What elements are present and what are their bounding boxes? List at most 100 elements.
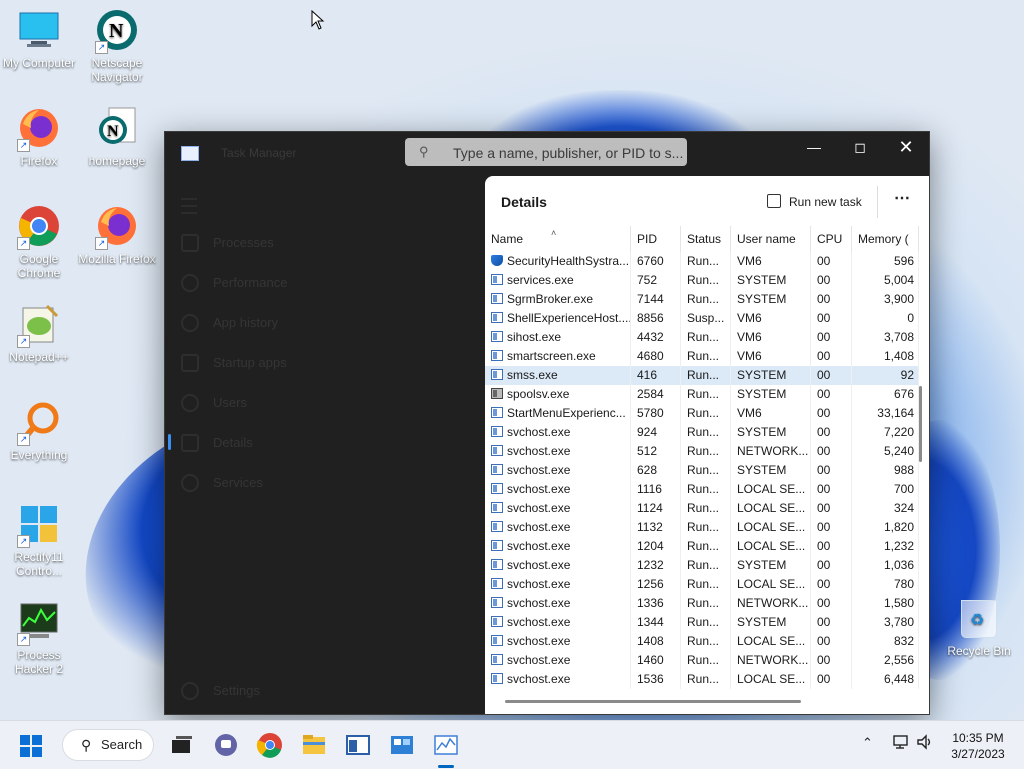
details-list-icon (181, 434, 199, 452)
table-row[interactable]: SecurityHealthSystra... 6760 Run... VM6 00 59… (485, 252, 919, 271)
desktop-icon-my-computer[interactable]: My Computer (0, 8, 78, 70)
nav-item-processes[interactable]: Processes (165, 224, 485, 260)
more-options-button[interactable]: ⋯ (889, 190, 915, 214)
column-header-status[interactable]: Status (681, 226, 731, 252)
cell-status: Run... (681, 518, 731, 537)
desktop-icon-recycle-bin[interactable]: ♻ Recycle Bin (940, 600, 1018, 658)
process-icon (491, 502, 503, 513)
nav-item-details[interactable]: Details (165, 424, 485, 460)
table-row[interactable]: svchost.exe 924 Run... SYSTEM 00 7,220 (485, 423, 919, 442)
title-bar[interactable]: Task Manager ⚲ — ◻ ✕ (165, 132, 929, 176)
network-icon[interactable] (892, 733, 910, 754)
cell-status: Run... (681, 252, 731, 271)
table-row[interactable]: smss.exe 416 Run... SYSTEM 00 92 (485, 366, 919, 385)
cell-status: Run... (681, 480, 731, 499)
desktop-icon-netscape-navigator[interactable]: N ↗ Netscape Navigator (78, 8, 156, 84)
nav-item-users[interactable]: Users (165, 384, 485, 420)
table-row[interactable]: svchost.exe 1232 Run... SYSTEM 00 1,036 (485, 556, 919, 575)
table-row[interactable]: services.exe 752 Run... SYSTEM 00 5,004 (485, 271, 919, 290)
process-icon (491, 597, 503, 608)
column-header-name[interactable]: Name ˄ (485, 226, 631, 252)
teams-chat-icon[interactable] (212, 731, 240, 759)
chrome-taskbar-icon[interactable] (256, 731, 284, 759)
shortcut-arrow-icon: ↗ (17, 237, 30, 250)
horizontal-scrollbar[interactable] (505, 700, 801, 703)
taskbar-search-button[interactable]: ⚲ Search (62, 729, 154, 761)
cell-pid: 4432 (631, 328, 681, 347)
column-header-memory[interactable]: Memory ( (852, 226, 919, 252)
table-row[interactable]: svchost.exe 1124 Run... LOCAL SE... 00 324 (485, 499, 919, 518)
cell-user: SYSTEM (731, 271, 811, 290)
nav-item-startup-apps[interactable]: Startup apps (165, 344, 485, 380)
cell-name: svchost.exe (485, 575, 631, 594)
details-panel: Details Run new task ⋯ Name ˄ PID Status … (485, 176, 929, 714)
hamburger-menu-icon[interactable] (181, 198, 197, 214)
table-row[interactable]: ShellExperienceHost.... 8856 Susp... VM6 00 0 (485, 309, 919, 328)
cell-pid: 1132 (631, 518, 681, 537)
column-header-pid[interactable]: PID (631, 226, 681, 252)
nav-item-services[interactable]: Services (165, 464, 485, 500)
table-row[interactable]: svchost.exe 1116 Run... LOCAL SE... 00 700 (485, 480, 919, 499)
table-row[interactable]: spoolsv.exe 2584 Run... SYSTEM 00 676 (485, 385, 919, 404)
start-button[interactable] (20, 735, 44, 757)
close-button[interactable]: ✕ (883, 132, 929, 162)
desktop-icon-firefox[interactable]: ↗ Firefox (0, 106, 78, 168)
process-icon (491, 350, 503, 361)
table-row[interactable]: smartscreen.exe 4680 Run... VM6 00 1,408 (485, 347, 919, 366)
cell-cpu: 00 (811, 271, 852, 290)
minimize-button[interactable]: — (791, 132, 837, 162)
cell-mem: 1,036 (852, 556, 919, 575)
cell-user: LOCAL SE... (731, 499, 811, 518)
file-explorer-icon[interactable] (300, 731, 328, 759)
table-row[interactable]: svchost.exe 1132 Run... LOCAL SE... 00 1,820 (485, 518, 919, 537)
table-row[interactable]: svchost.exe 1536 Run... LOCAL SE... 00 6,448 (485, 670, 919, 689)
desktop-icon-notepad-plus-plus[interactable]: ↗ Notepad++ (0, 302, 78, 364)
nav-item-app-history[interactable]: App history (165, 304, 485, 340)
clock-date: 3/27/2023 (951, 747, 1005, 761)
vertical-scrollbar[interactable] (919, 386, 922, 462)
desktop-icon-google-chrome[interactable]: ↗ Google Chrome (0, 204, 78, 280)
volume-icon[interactable] (916, 733, 934, 754)
table-row[interactable]: svchost.exe 1336 Run... NETWORK... 00 1,580 (485, 594, 919, 613)
table-row[interactable]: SgrmBroker.exe 7144 Run... SYSTEM 00 3,900 (485, 290, 919, 309)
column-header-user-name[interactable]: User name (731, 226, 811, 252)
table-row[interactable]: svchost.exe 1204 Run... LOCAL SE... 00 1,232 (485, 537, 919, 556)
search-input[interactable] (451, 142, 687, 164)
task-manager-taskbar-icon[interactable] (432, 731, 460, 759)
desktop-icon-everything[interactable]: ↗ Everything (0, 400, 78, 462)
desktop-icon-homepage[interactable]: N homepage (78, 106, 156, 168)
task-view-icon[interactable] (168, 731, 196, 759)
table-row[interactable]: svchost.exe 628 Run... SYSTEM 00 988 (485, 461, 919, 480)
desktop-icon-process-hacker[interactable]: ↗ Process Hacker 2 (0, 600, 78, 676)
process-icon (491, 635, 503, 646)
show-hidden-icons-chevron-up-icon[interactable]: ⌃ (862, 735, 873, 751)
cell-mem: 1,580 (852, 594, 919, 613)
cell-user: SYSTEM (731, 556, 811, 575)
control-panel-icon[interactable] (388, 731, 416, 759)
cell-mem: 3,780 (852, 613, 919, 632)
cell-cpu: 00 (811, 556, 852, 575)
table-row[interactable]: svchost.exe 1344 Run... SYSTEM 00 3,780 (485, 613, 919, 632)
column-header-cpu[interactable]: CPU (811, 226, 852, 252)
cell-mem: 832 (852, 632, 919, 651)
cell-name: svchost.exe (485, 537, 631, 556)
search-box[interactable]: ⚲ (405, 138, 687, 166)
table-row[interactable]: svchost.exe 1256 Run... LOCAL SE... 00 780 (485, 575, 919, 594)
nav-item-performance[interactable]: Performance (165, 264, 485, 300)
cell-user: NETWORK... (731, 651, 811, 670)
table-row[interactable]: svchost.exe 1460 Run... NETWORK... 00 2,556 (485, 651, 919, 670)
table-row[interactable]: sihost.exe 4432 Run... VM6 00 3,708 (485, 328, 919, 347)
cell-cpu: 00 (811, 423, 852, 442)
table-row[interactable]: svchost.exe 1408 Run... LOCAL SE... 00 832 (485, 632, 919, 651)
table-row[interactable]: svchost.exe 512 Run... NETWORK... 00 5,240 (485, 442, 919, 461)
window-app-icon[interactable] (344, 731, 372, 759)
system-clock[interactable]: 10:35 PM 3/27/2023 (938, 730, 1018, 762)
maximize-button[interactable]: ◻ (837, 132, 883, 162)
desktop-icon-mozilla-firefox[interactable]: ↗ Mozilla Firefox (78, 204, 156, 266)
cell-user: LOCAL SE... (731, 480, 811, 499)
desktop-icon-rectify11[interactable]: ↗ Rectify11 Contro... (0, 502, 78, 578)
nav-item-label: Services (213, 475, 263, 490)
nav-item-settings[interactable]: Settings (165, 672, 485, 708)
run-new-task-button[interactable]: Run new task (767, 190, 862, 214)
table-row[interactable]: StartMenuExperienc... 5780 Run... VM6 00 33,1… (485, 404, 919, 423)
